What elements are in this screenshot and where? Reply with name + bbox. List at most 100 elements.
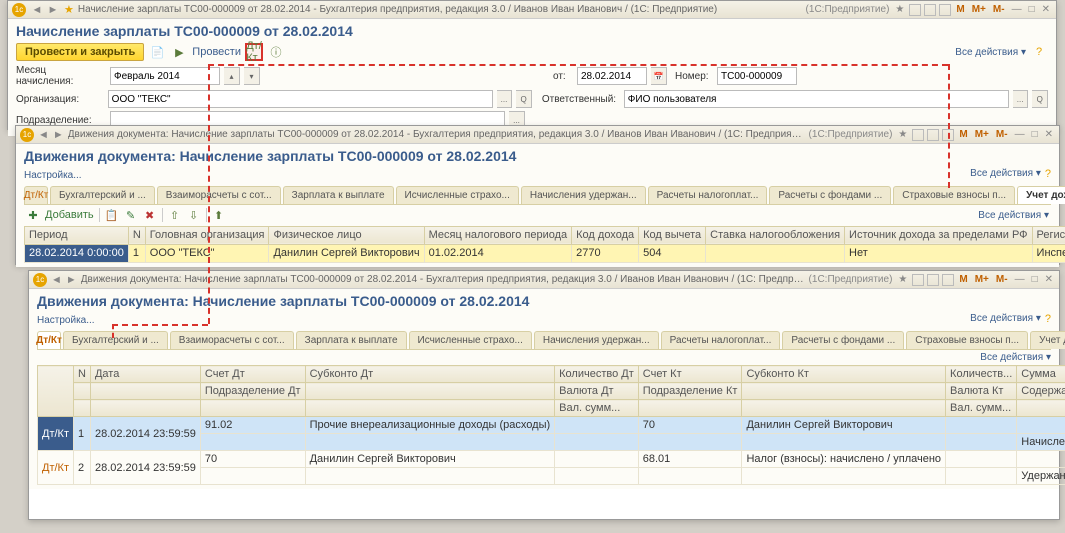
- all-actions-1[interactable]: Все действия: [955, 47, 1026, 58]
- t30[interactable]: Бухгалтерский и ...: [63, 331, 168, 349]
- grid-row-2[interactable]: 28.02.2014 0:00:00 1 ООО "ТЕКС" Данилин …: [25, 244, 1065, 262]
- copy-icon[interactable]: 📋: [105, 208, 119, 222]
- close-2[interactable]: ✕: [1043, 129, 1055, 140]
- minimize-icon[interactable]: —: [1010, 4, 1024, 15]
- mp-3[interactable]: M+: [973, 274, 991, 285]
- memo-mminus[interactable]: M-: [991, 4, 1007, 15]
- date-input[interactable]: [577, 67, 647, 85]
- h-sum[interactable]: Сумма: [1017, 366, 1065, 383]
- tool-icon-22[interactable]: [927, 129, 939, 141]
- col-rate[interactable]: Ставка налогообложения: [706, 226, 845, 244]
- nav-fwd-icon[interactable]: ►: [46, 3, 60, 17]
- h-kt[interactable]: Счет Кт: [638, 366, 742, 383]
- col-code[interactable]: Код дохода: [572, 226, 639, 244]
- mm-2[interactable]: M-: [994, 129, 1010, 140]
- nav-fwd-3[interactable]: ►: [66, 274, 77, 286]
- help-3[interactable]: ?: [1045, 313, 1051, 328]
- resp-open-icon[interactable]: Q: [1032, 90, 1048, 108]
- tab-1[interactable]: Взаиморасчеты с сот...: [157, 186, 281, 204]
- tab-dtkt-2[interactable]: Дт/Кт: [24, 186, 48, 204]
- grid-actions-2[interactable]: Все действия: [978, 210, 1049, 221]
- tab-4[interactable]: Начисления удержан...: [521, 186, 646, 204]
- h-dt[interactable]: Счет Дт: [200, 366, 305, 383]
- h-qkt[interactable]: Количеств...: [946, 366, 1017, 383]
- ti-33[interactable]: [942, 274, 954, 286]
- down-icon[interactable]: ⇩: [187, 208, 201, 222]
- close-3[interactable]: ✕: [1043, 274, 1055, 285]
- nav-fwd-2[interactable]: ►: [53, 129, 64, 141]
- h-date[interactable]: Дата: [90, 366, 200, 383]
- max-2[interactable]: □: [1030, 129, 1040, 140]
- tab-7[interactable]: Страховые взносы п...: [893, 186, 1015, 204]
- org-input[interactable]: [108, 90, 493, 108]
- tab-8-active[interactable]: Учет доходов для ис...: [1017, 186, 1065, 204]
- help-2[interactable]: ?: [1045, 168, 1051, 183]
- org-open-icon[interactable]: Q: [516, 90, 532, 108]
- month-input[interactable]: [110, 67, 220, 85]
- col-period[interactable]: Период: [25, 226, 129, 244]
- nav-back-3[interactable]: ◄: [51, 274, 62, 286]
- t36[interactable]: Расчеты с фондами ...: [782, 331, 904, 349]
- edit-icon[interactable]: ✎: [124, 208, 138, 222]
- resp-input[interactable]: [624, 90, 1009, 108]
- t32[interactable]: Зарплата к выплате: [296, 331, 407, 349]
- t34[interactable]: Начисления удержан...: [534, 331, 659, 349]
- tool-icon-2[interactable]: [924, 4, 936, 16]
- max-3[interactable]: □: [1030, 274, 1040, 285]
- col-month[interactable]: Месяц налогового периода: [424, 226, 572, 244]
- min-2[interactable]: —: [1013, 129, 1027, 140]
- all-actions-3[interactable]: Все действия: [970, 313, 1041, 328]
- save-icon[interactable]: 📄: [148, 43, 166, 61]
- t38[interactable]: Учет доходов для ис...: [1030, 331, 1065, 349]
- h-sdt[interactable]: Субконто Дт: [305, 366, 555, 383]
- help2-icon[interactable]: ?: [1030, 43, 1048, 61]
- min-3[interactable]: —: [1013, 274, 1027, 285]
- movements-button[interactable]: Дт/Кт: [245, 43, 263, 61]
- col-person[interactable]: Физическое лицо: [269, 226, 424, 244]
- resp-select-icon[interactable]: ...: [1013, 90, 1029, 108]
- up-icon[interactable]: ⇧: [168, 208, 182, 222]
- settings-link-2[interactable]: Настройка: [24, 170, 82, 181]
- h-qdt[interactable]: Количество Дт: [555, 366, 639, 383]
- nav-back-2[interactable]: ◄: [38, 129, 49, 141]
- ti-31[interactable]: [912, 274, 924, 286]
- fav-icon-2[interactable]: ★: [896, 129, 909, 140]
- col-src[interactable]: Источник дохода за пределами РФ: [845, 226, 1033, 244]
- help-icon[interactable]: ⓘ: [267, 43, 285, 61]
- org-select-icon[interactable]: ...: [497, 90, 513, 108]
- col-ded[interactable]: Код вычета: [639, 226, 706, 244]
- post-icon[interactable]: ▶: [170, 43, 188, 61]
- memo-m[interactable]: M: [954, 4, 966, 15]
- nav-back-icon[interactable]: ◄: [30, 3, 44, 17]
- settings-3[interactable]: Настройка: [37, 315, 95, 326]
- all-actions-2[interactable]: Все действия: [970, 168, 1041, 183]
- post-link[interactable]: Провести: [192, 46, 241, 58]
- close-icon[interactable]: ✕: [1040, 4, 1052, 15]
- memo-mplus[interactable]: M+: [970, 4, 988, 15]
- mm-3[interactable]: M-: [994, 274, 1010, 285]
- tab-dtkt-3[interactable]: Дт/Кт: [37, 331, 61, 349]
- month-step-down[interactable]: ▾: [244, 67, 260, 85]
- m-2[interactable]: M: [957, 129, 969, 140]
- tab-6[interactable]: Расчеты с фондами ...: [769, 186, 891, 204]
- t35[interactable]: Расчеты налогоплат...: [661, 331, 781, 349]
- t31[interactable]: Взаиморасчеты с сот...: [170, 331, 294, 349]
- tab-3[interactable]: Исчисленные страхо...: [396, 186, 519, 204]
- tool-icon-1[interactable]: [909, 4, 921, 16]
- post-and-close-button[interactable]: Провести и закрыть: [16, 43, 144, 61]
- mp-2[interactable]: M+: [973, 129, 991, 140]
- date-picker-icon[interactable]: 📅: [651, 67, 667, 85]
- fav-icon[interactable]: ★: [893, 4, 906, 15]
- add-icon[interactable]: ✚: [26, 208, 40, 222]
- star-icon[interactable]: ★: [64, 3, 74, 16]
- month-step-up[interactable]: ▴: [224, 67, 240, 85]
- h-skt[interactable]: Субконто Кт: [742, 366, 946, 383]
- tool-icon-3[interactable]: [939, 4, 951, 16]
- tab-2[interactable]: Зарплата к выплате: [283, 186, 394, 204]
- t33[interactable]: Исчисленные страхо...: [409, 331, 532, 349]
- delete-icon[interactable]: ✖: [143, 208, 157, 222]
- row-1[interactable]: Дт/Кт 1 28.02.2014 23:59:59 91.02 Прочие…: [38, 417, 1065, 434]
- h-n[interactable]: N: [74, 366, 91, 383]
- fav-3[interactable]: ★: [896, 274, 909, 285]
- add-button[interactable]: Добавить: [45, 209, 94, 221]
